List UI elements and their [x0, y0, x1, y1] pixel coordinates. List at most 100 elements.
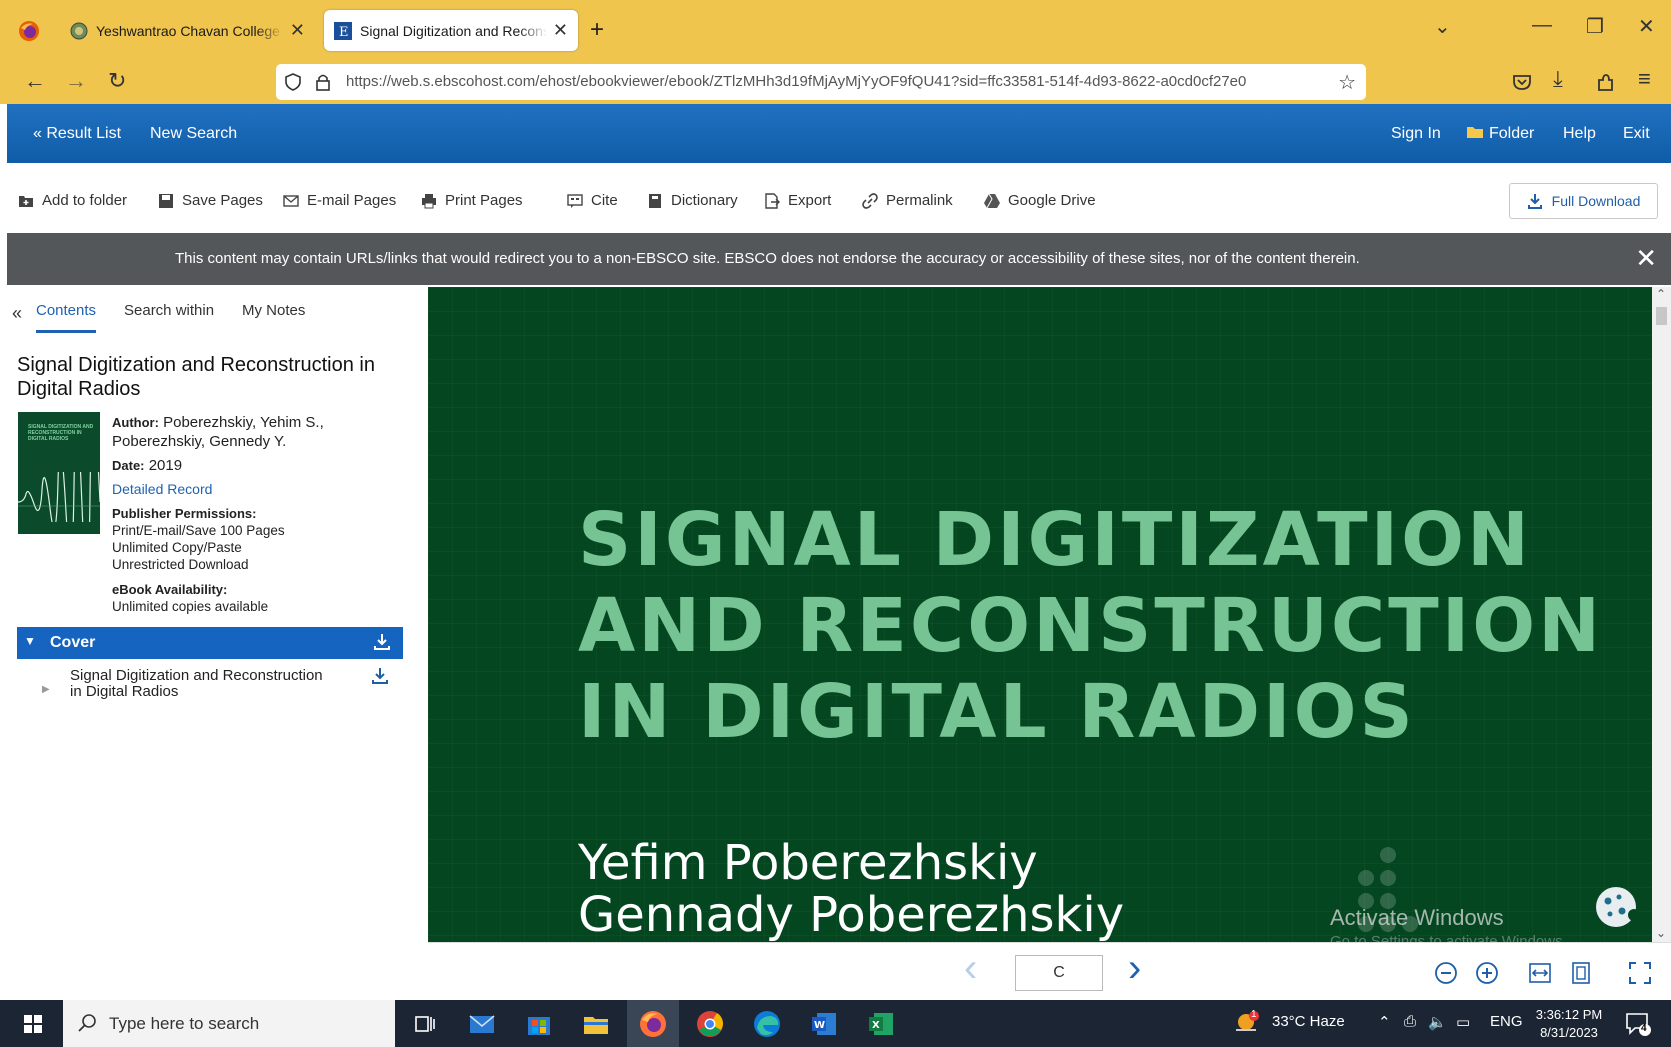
folder-plus-icon: [19, 195, 33, 207]
caret-down-icon[interactable]: ▼: [24, 634, 36, 648]
list-all-tabs-icon[interactable]: ⌄: [1434, 14, 1451, 39]
date-row: Date: 2019: [112, 456, 412, 475]
ebook-availability: eBook Availability: Unlimited copies ava…: [112, 581, 412, 615]
result-list-link[interactable]: « Result List: [33, 125, 121, 143]
viewer-scrollbar[interactable]: ⌃ ⌄: [1652, 287, 1671, 942]
availability-label: eBook Availability:: [112, 582, 228, 597]
collapse-panel-icon[interactable]: «: [12, 303, 22, 324]
firefox-menu-icon[interactable]: [18, 20, 40, 42]
folder-link[interactable]: Folder: [1489, 125, 1534, 143]
save-pages-label: Save Pages: [182, 192, 263, 209]
hamburger-menu-icon[interactable]: ≡: [1638, 66, 1651, 92]
tab-search-within[interactable]: Search within: [124, 302, 214, 319]
weather-icon[interactable]: [1234, 1010, 1262, 1036]
language-indicator[interactable]: ENG: [1490, 1013, 1523, 1030]
fullscreen-icon[interactable]: [1628, 961, 1652, 985]
tab-ebook[interactable]: E Signal Digitization and Reconstruction…: [324, 10, 578, 51]
export-button[interactable]: Export: [764, 192, 831, 209]
cookie-settings-icon[interactable]: [1594, 885, 1638, 929]
close-window-icon[interactable]: ✕: [1638, 14, 1655, 39]
weather-text[interactable]: 33°C Haze: [1272, 1013, 1345, 1030]
scroll-down-icon[interactable]: ⌄: [1656, 926, 1666, 940]
zoom-in-icon[interactable]: [1475, 961, 1499, 985]
tab-ycce[interactable]: Yeshwantrao Chavan College of Engineerin…: [60, 10, 315, 51]
save-pages-button[interactable]: Save Pages: [158, 192, 263, 209]
toc-section-cover[interactable]: ▼ Cover: [17, 627, 403, 659]
bookmark-star-icon[interactable]: ☆: [1338, 70, 1356, 95]
download-section-icon[interactable]: [373, 633, 391, 651]
close-notice-icon[interactable]: ✕: [1635, 243, 1657, 274]
fit-width-icon[interactable]: [1528, 961, 1552, 985]
network-icon[interactable]: ▭: [1456, 1013, 1470, 1031]
volume-muted-icon[interactable]: 🔈: [1428, 1013, 1447, 1031]
close-tab-icon[interactable]: ✕: [290, 20, 305, 41]
new-tab-icon[interactable]: +: [590, 16, 604, 44]
extensions-icon[interactable]: [1595, 72, 1615, 92]
url-text[interactable]: https://web.s.ebscohost.com/ehost/ebookv…: [346, 73, 1326, 90]
exit-link[interactable]: Exit: [1623, 125, 1650, 143]
task-view-icon[interactable]: [409, 1008, 441, 1040]
envelope-icon: [283, 194, 299, 207]
firefox-taskbar-icon[interactable]: [637, 1008, 669, 1040]
print-pages-button[interactable]: Print Pages: [421, 192, 523, 209]
chrome-icon[interactable]: [694, 1008, 726, 1040]
folder-icon[interactable]: [1466, 125, 1484, 144]
scroll-up-icon[interactable]: ⌃: [1656, 287, 1666, 301]
pocket-icon[interactable]: [1512, 72, 1532, 92]
downloads-icon[interactable]: ⤓: [1553, 66, 1563, 92]
contents-panel: « Contents Search within My Notes Signal…: [7, 285, 427, 1000]
back-icon[interactable]: ←: [24, 68, 46, 94]
windows-start-icon[interactable]: [24, 1015, 42, 1033]
google-drive-button[interactable]: Google Drive: [984, 192, 1096, 209]
taskbar-search-box[interactable]: Type here to search: [63, 1000, 395, 1047]
windows-taskbar: Type here to search W X 1 33°C Haze ⌃ ⎙ …: [0, 1000, 1671, 1047]
scrollbar-thumb[interactable]: [1656, 307, 1667, 325]
minimize-icon[interactable]: —: [1532, 14, 1552, 37]
store-app-icon[interactable]: [523, 1008, 555, 1040]
notifications-icon[interactable]: [1625, 1012, 1651, 1036]
tab-my-notes[interactable]: My Notes: [242, 302, 305, 319]
email-pages-button[interactable]: E-mail Pages: [283, 192, 396, 209]
next-page-icon[interactable]: ›: [1128, 948, 1141, 988]
cite-button[interactable]: Cite: [567, 192, 618, 209]
printer-icon: [422, 193, 436, 208]
sign-in-link[interactable]: Sign In: [1391, 125, 1441, 143]
toc-item-title-page[interactable]: Signal Digitization and Reconstruction i…: [70, 668, 330, 700]
detailed-record-row: Detailed Record: [112, 480, 412, 499]
full-download-button[interactable]: Full Download: [1509, 183, 1658, 219]
edge-icon[interactable]: [751, 1008, 783, 1040]
lock-icon[interactable]: [314, 72, 332, 92]
meet-now-icon[interactable]: ⎙: [1404, 1013, 1416, 1030]
show-hidden-icons-icon[interactable]: ⌃: [1378, 1013, 1391, 1031]
new-search-link[interactable]: New Search: [150, 125, 237, 143]
restore-icon[interactable]: ❐: [1586, 14, 1604, 39]
tab-contents[interactable]: Contents: [36, 302, 97, 333]
previous-page-icon[interactable]: ‹: [964, 948, 977, 988]
link-icon: [862, 192, 878, 209]
permission-item: Unrestricted Download: [112, 557, 249, 572]
excel-icon[interactable]: X: [865, 1008, 897, 1040]
clock[interactable]: 3:36:12 PM 8/31/2023: [1534, 1006, 1604, 1042]
dictionary-button[interactable]: Dictionary: [647, 192, 738, 209]
cover-title-line: AND RECONSTRUCTION: [578, 583, 1604, 669]
add-to-folder-button[interactable]: Add to folder: [18, 192, 127, 209]
forward-icon[interactable]: →: [65, 68, 87, 94]
fit-page-icon[interactable]: [1569, 961, 1593, 985]
ebook-page-viewer[interactable]: SIGNAL DIGITIZATION AND RECONSTRUCTION I…: [428, 287, 1652, 942]
zoom-out-icon[interactable]: [1434, 961, 1458, 985]
shield-icon[interactable]: [284, 73, 302, 91]
help-link[interactable]: Help: [1563, 125, 1596, 143]
caret-right-icon[interactable]: ▶: [42, 684, 50, 695]
word-icon[interactable]: W: [808, 1008, 840, 1040]
permalink-button[interactable]: Permalink: [862, 192, 953, 209]
clock-date: 8/31/2023: [1540, 1025, 1598, 1040]
close-tab-icon[interactable]: ✕: [553, 20, 568, 41]
page-number-input[interactable]: C: [1015, 955, 1103, 991]
download-item-icon[interactable]: [371, 667, 389, 685]
file-explorer-icon[interactable]: [580, 1008, 612, 1040]
address-bar[interactable]: https://web.s.ebscohost.com/ehost/ebookv…: [276, 64, 1366, 100]
detailed-record-link[interactable]: Detailed Record: [112, 481, 212, 497]
cover-thumbnail[interactable]: SIGNAL DIGITIZATION AND RECONSTRUCTION I…: [18, 412, 100, 534]
reload-icon[interactable]: ↻: [108, 68, 126, 94]
mail-app-icon[interactable]: [466, 1008, 498, 1040]
